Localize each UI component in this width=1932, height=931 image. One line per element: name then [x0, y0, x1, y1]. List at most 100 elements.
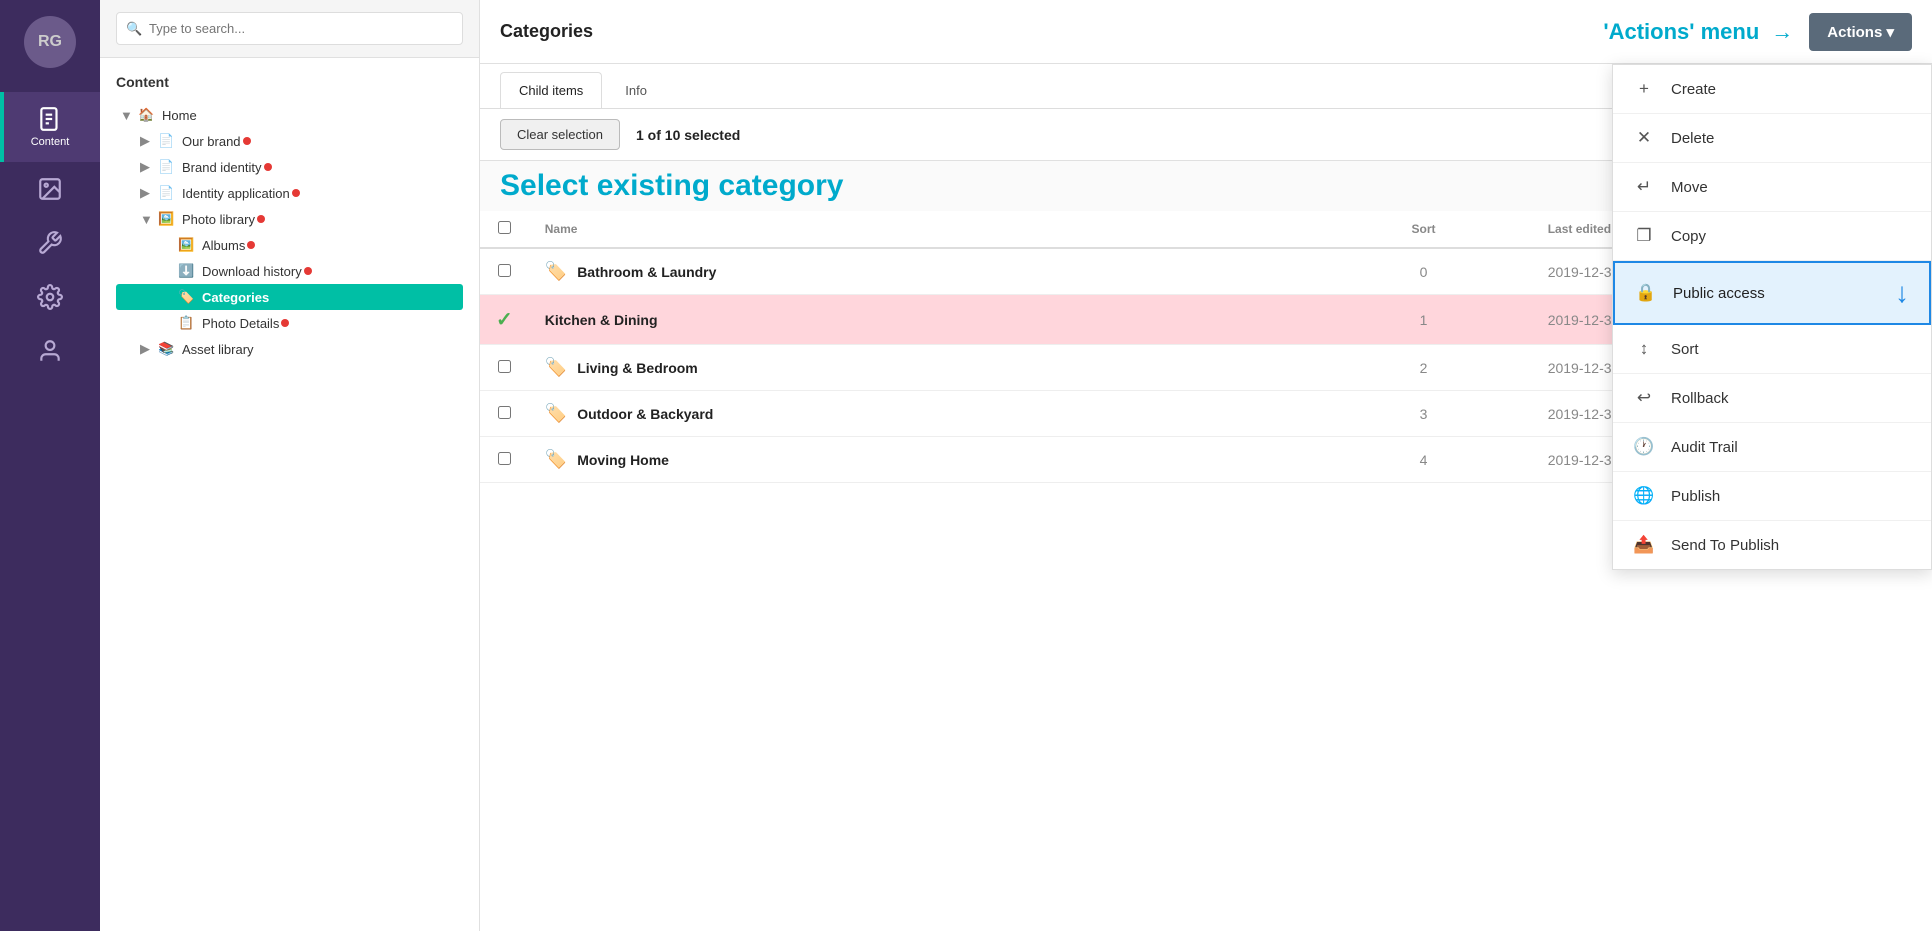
row-sort: 1 [1315, 295, 1531, 345]
send-to-publish-icon: 📤 [1633, 535, 1655, 555]
dropdown-item-create[interactable]: + Create [1613, 65, 1931, 114]
row-name-cell: 🏷️ Living & Bedroom [529, 345, 1316, 391]
sidebar-item-identity-application[interactable]: ▶ 📄 Identity application [116, 180, 463, 206]
status-dot [281, 319, 289, 327]
sidebar-item-photo-library[interactable]: ▼ 🖼️ Photo library [116, 206, 463, 232]
dropdown-item-public-access[interactable]: 🔒 Public access ↓ [1613, 261, 1931, 325]
sidebar-item-photo-details[interactable]: ▶ 📋 Photo Details [116, 310, 463, 336]
row-name-cell: 🏷️ Bathroom & Laundry [529, 248, 1316, 295]
dropdown-item-delete[interactable]: ✕ Delete [1613, 114, 1931, 163]
select-all-checkbox[interactable] [498, 221, 511, 234]
image-icon [37, 176, 63, 202]
asset-library-icon: 📚 [158, 341, 176, 357]
row-name: Bathroom & Laundry [577, 264, 716, 280]
home-icon: 🏠 [138, 107, 156, 123]
page-icon: 📄 [158, 185, 176, 201]
tab-child-items[interactable]: Child items [500, 72, 602, 108]
dropdown-item-label: Public access [1673, 285, 1765, 302]
actions-dropdown-menu: + Create ✕ Delete ↵ Move ❐ Copy 🔒 Public… [1612, 64, 1932, 570]
row-checkbox[interactable] [498, 360, 511, 373]
content-sidebar: 🔍 Content ▼ 🏠 Home ▶ 📄 Our brand ▶ 📄 Bra… [100, 0, 480, 931]
tab-info[interactable]: Info [606, 72, 666, 108]
search-input[interactable] [116, 12, 463, 45]
sidebar-item-asset-library[interactable]: ▶ 📚 Asset library [116, 336, 463, 362]
chevron-right-icon: ▶ [140, 185, 154, 201]
categories-icon: 🏷️ [178, 289, 196, 305]
sidebar-icon-media[interactable] [0, 162, 100, 216]
dropdown-item-publish[interactable]: 🌐 Publish [1613, 472, 1931, 521]
sidebar-item-our-brand[interactable]: ▶ 📄 Our brand [116, 128, 463, 154]
sidebar-item-categories[interactable]: ▶ 🏷️ Categories [116, 284, 463, 310]
page-title: Categories [500, 21, 593, 42]
search-box: 🔍 [100, 0, 479, 58]
row-sort: 4 [1315, 437, 1531, 483]
row-name: Outdoor & Backyard [577, 406, 713, 422]
arrow-down-icon: ↓ [1895, 277, 1909, 309]
sidebar-icon-content[interactable]: Content [0, 92, 100, 162]
row-checkbox-cell [480, 437, 529, 483]
sidebar-item-brand-identity[interactable]: ▶ 📄 Brand identity [116, 154, 463, 180]
tag-icon: 🏷️ [545, 357, 567, 378]
chevron-right-icon: ▶ [140, 341, 154, 357]
public-access-icon: 🔒 [1635, 283, 1657, 303]
row-name: Living & Bedroom [577, 360, 698, 376]
audit-trail-icon: 🕐 [1633, 437, 1655, 457]
sidebar-icon-users[interactable] [0, 324, 100, 378]
sidebar-tree: Content ▼ 🏠 Home ▶ 📄 Our brand ▶ 📄 Brand… [100, 58, 479, 378]
col-checkbox [480, 211, 529, 248]
row-name-cell: 🏷️ Moving Home [529, 437, 1316, 483]
tag-icon: 🏷️ [545, 403, 567, 424]
row-checkbox[interactable] [498, 452, 511, 465]
dropdown-item-rollback[interactable]: ↩ Rollback [1613, 374, 1931, 423]
dropdown-item-audit-trail[interactable]: 🕐 Audit Trail [1613, 423, 1931, 472]
row-name: Kitchen & Dining [545, 312, 658, 328]
copy-icon: ❐ [1633, 226, 1655, 246]
wrench-icon [37, 230, 63, 256]
status-dot [292, 189, 300, 197]
page-icon: 📄 [158, 159, 176, 175]
row-checkbox-cell [480, 391, 529, 437]
clear-selection-button[interactable]: Clear selection [500, 119, 620, 150]
row-name-cell: Kitchen & Dining [529, 295, 1316, 345]
row-name-cell: 🏷️ Outdoor & Backyard [529, 391, 1316, 437]
move-icon: ↵ [1633, 177, 1655, 197]
create-icon: + [1633, 79, 1655, 99]
row-sort: 3 [1315, 391, 1531, 437]
sidebar-icon-tools[interactable] [0, 216, 100, 270]
dropdown-item-label: Sort [1671, 341, 1699, 358]
sidebar-item-albums[interactable]: ▶ 🖼️ Albums [116, 232, 463, 258]
dropdown-item-label: Rollback [1671, 390, 1729, 407]
dropdown-item-move[interactable]: ↵ Move [1613, 163, 1931, 212]
publish-icon: 🌐 [1633, 486, 1655, 506]
rollback-icon: ↩ [1633, 388, 1655, 408]
dropdown-item-label: Create [1671, 81, 1716, 98]
delete-icon: ✕ [1633, 128, 1655, 148]
row-name: Moving Home [577, 452, 669, 468]
tag-icon: 🏷️ [545, 449, 567, 470]
col-sort: Sort [1315, 211, 1531, 248]
annotation-label: 'Actions' menu → [1603, 19, 1793, 45]
row-checkbox-cell [480, 248, 529, 295]
row-checkbox[interactable] [498, 406, 511, 419]
search-icon: 🔍 [126, 21, 142, 37]
dropdown-item-copy[interactable]: ❐ Copy [1613, 212, 1931, 261]
sidebar-item-download-history[interactable]: ▶ ⬇️ Download history [116, 258, 463, 284]
dropdown-item-label: Copy [1671, 228, 1706, 245]
dropdown-item-label: Move [1671, 179, 1708, 196]
avatar[interactable]: RG [24, 16, 76, 68]
download-icon: ⬇️ [178, 263, 196, 279]
row-checkbox[interactable] [498, 264, 511, 277]
sidebar-icon-settings[interactable] [0, 270, 100, 324]
row-sort: 2 [1315, 345, 1531, 391]
photo-library-icon: 🖼️ [158, 211, 176, 227]
dropdown-item-sort[interactable]: ↕ Sort [1613, 325, 1931, 374]
page-icon: 📄 [158, 133, 176, 149]
actions-button[interactable]: Actions ▾ [1809, 13, 1912, 51]
main-header: Categories 'Actions' menu → Actions ▾ [480, 0, 1932, 64]
document-icon [37, 106, 63, 132]
sidebar-item-home[interactable]: ▼ 🏠 Home [116, 102, 463, 128]
dropdown-item-send-to-publish[interactable]: 📤 Send To Publish [1613, 521, 1931, 569]
chevron-right-icon: ▶ [140, 133, 154, 149]
row-checkbox-cell: ✓ [480, 295, 529, 345]
status-dot [257, 215, 265, 223]
